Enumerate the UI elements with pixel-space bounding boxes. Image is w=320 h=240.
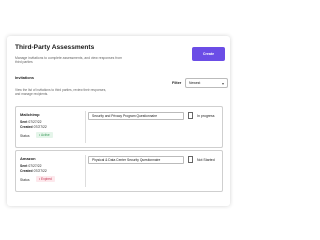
assessments-card: Third-Party Assessments Manage invitatio…: [7, 36, 230, 206]
status-badge: • Active: [36, 132, 53, 138]
page-subtitle: Manage invitations to complete assessmen…: [15, 56, 123, 65]
questionnaire-field[interactable]: Security and Privacy Program Questionnai…: [88, 112, 184, 120]
invitations-description: View the list of invitations to third pa…: [15, 88, 107, 97]
questionnaire-status: In progress: [197, 114, 215, 118]
sent-date: Sent 07/27/22: [20, 164, 42, 168]
status-label: Status: [20, 134, 30, 138]
status-badge: • Expired: [36, 176, 55, 182]
created-date: Created 07/27/22: [20, 125, 47, 129]
filter-label: Filter: [172, 81, 182, 85]
created-date: Created 07/27/22: [20, 169, 47, 173]
status-label: Status: [20, 178, 30, 182]
filter-select[interactable]: Newest ▾: [185, 78, 228, 88]
create-button[interactable]: Create: [192, 47, 225, 61]
questionnaire-field[interactable]: Physical & Data Center Security Question…: [88, 156, 184, 164]
sent-date: Sent 07/27/22: [20, 120, 42, 124]
document-icon[interactable]: [188, 156, 193, 163]
questionnaire-status: Not Started: [197, 158, 215, 162]
filter-value: Newest: [189, 81, 201, 85]
vendor-name: Amazon: [20, 156, 36, 161]
invitation-row: Amazon Sent 07/27/22 Created 07/27/22 St…: [15, 150, 223, 192]
invitations-heading: Invitations: [15, 76, 34, 80]
row-divider: [85, 155, 86, 187]
page-title: Third-Party Assessments: [15, 44, 95, 51]
chevron-down-icon: ▾: [221, 81, 224, 86]
invitation-row: Mailchimp Sent 07/27/22 Created 07/27/22…: [15, 106, 223, 148]
row-divider: [85, 111, 86, 143]
vendor-name: Mailchimp: [20, 112, 40, 117]
document-icon[interactable]: [188, 112, 193, 119]
